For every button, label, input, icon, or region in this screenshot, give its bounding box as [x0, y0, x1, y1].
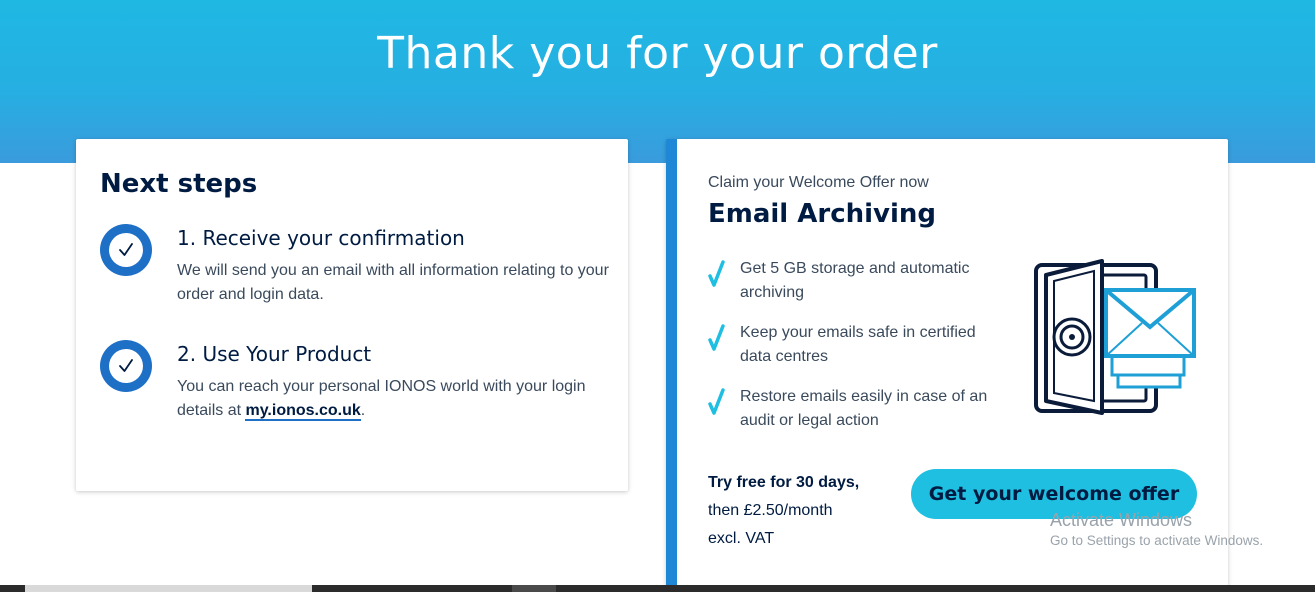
price-trial: Try free for 30 days,: [708, 474, 860, 491]
step-text: You can reach your personal IONOS world …: [177, 375, 617, 423]
checkmark-icon: [708, 388, 725, 415]
next-steps-heading: Next steps: [100, 169, 258, 199]
ionos-login-link[interactable]: my.ionos.co.uk: [245, 402, 361, 421]
step-title: 1. Receive your confirmation: [177, 226, 465, 250]
step-text-before: You can reach your personal IONOS world …: [177, 378, 586, 419]
check-circle-icon: [100, 340, 152, 392]
watermark-subtitle: Go to Settings to activate Windows.: [1050, 533, 1264, 548]
check-circle-icon: [100, 224, 152, 276]
step-text-after: .: [360, 402, 366, 419]
checkmark-icon: [708, 324, 725, 351]
offer-claim-text: Claim your Welcome Offer now: [708, 174, 929, 191]
taskbar-item[interactable]: [25, 585, 312, 592]
feature-text: Get 5 GB storage and automatic archiving: [740, 260, 970, 301]
taskbar: [0, 585, 1315, 592]
checkmark-icon: [708, 260, 725, 287]
price-vat: excl. VAT: [708, 530, 775, 547]
step-text: We will send you an email with all infor…: [177, 262, 609, 303]
windows-activation-watermark: Activate Windows Go to Settings to activ…: [1050, 510, 1263, 548]
page-title: Thank you for your order: [377, 28, 938, 79]
safe-with-envelope-icon: [1034, 259, 1196, 415]
taskbar-item[interactable]: [512, 585, 556, 592]
step-title: 2. Use Your Product: [177, 342, 372, 366]
feature-text: Restore emails easily in case of an audi…: [740, 388, 988, 429]
next-steps-card: Next steps 1. Receive your confirmation …: [76, 139, 628, 491]
offer-title: Email Archiving: [708, 199, 937, 229]
offer-price: Try free for 30 days, then £2.50/month e…: [708, 469, 859, 553]
price-monthly: then £2.50/month: [708, 502, 833, 519]
feature-text: Keep your emails safe in certified data …: [740, 324, 976, 365]
watermark-title: Activate Windows: [1050, 510, 1193, 530]
